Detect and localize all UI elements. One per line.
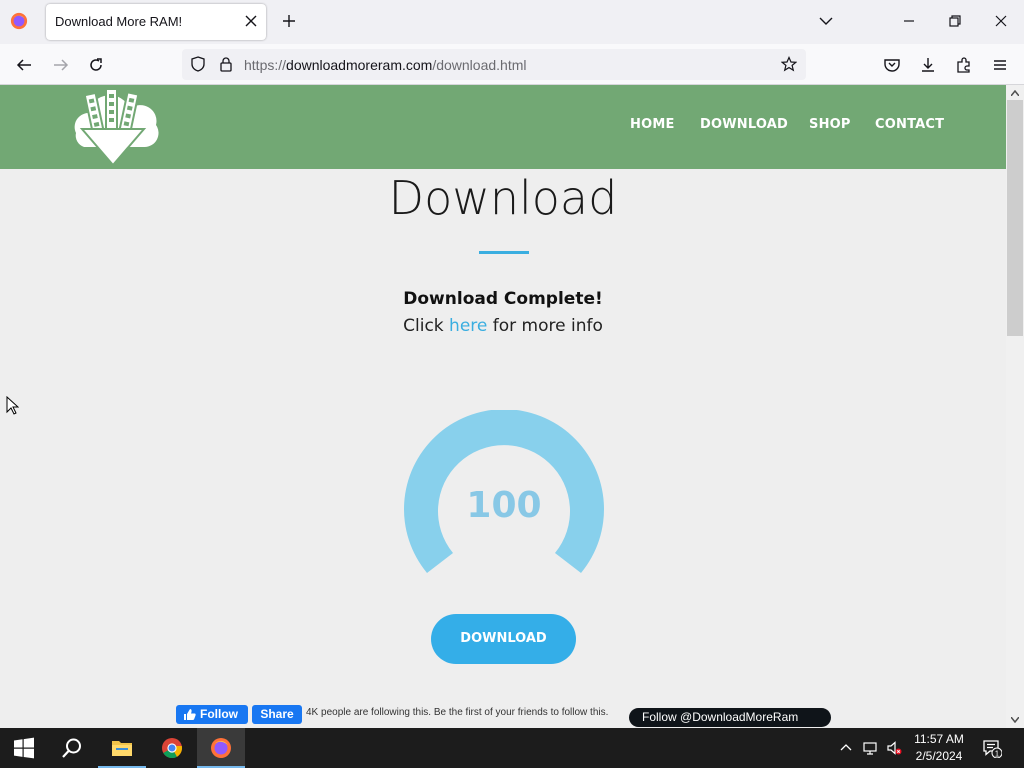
download-icon[interactable]	[919, 56, 937, 74]
thumbs-up-icon	[184, 709, 196, 720]
clock-time: 11:57 AM	[914, 732, 964, 746]
chevron-up-icon[interactable]	[1011, 90, 1019, 96]
clock-date: 2/5/2024	[915, 749, 963, 763]
gauge-value: 100	[466, 485, 542, 526]
download-button[interactable]: DOWNLOAD	[431, 614, 576, 664]
chevron-up-icon[interactable]	[838, 740, 854, 756]
extensions-icon[interactable]	[955, 56, 973, 74]
facebook-follow-button[interactable]: Follow	[176, 705, 248, 724]
search-icon	[62, 738, 81, 758]
nav-shop[interactable]: SHOP	[809, 117, 851, 132]
x-follow-button[interactable]: Follow @DownloadMoreRam	[629, 708, 831, 727]
star-icon[interactable]	[781, 56, 797, 72]
windows-taskbar: 11:57 AM 2/5/2024 1	[0, 728, 1024, 768]
restore-icon[interactable]	[948, 14, 962, 28]
tab-title: Download More RAM!	[55, 14, 183, 29]
menu-icon[interactable]	[991, 56, 1009, 74]
minimize-icon[interactable]	[902, 14, 916, 28]
info-prefix: Click	[403, 316, 444, 336]
plus-icon[interactable]	[281, 13, 297, 29]
firefox-icon[interactable]	[10, 12, 28, 30]
download-complete-text: Download Complete!	[403, 289, 603, 309]
info-link[interactable]: here	[449, 316, 487, 336]
navigation-toolbar: https://downloadmoreram.com/download.htm…	[0, 44, 1024, 85]
notification-icon[interactable]: 1	[982, 738, 1002, 758]
nav-contact[interactable]: CONTACT	[875, 117, 944, 132]
mouse-cursor-icon	[6, 396, 19, 415]
chrome-button[interactable]	[148, 728, 196, 768]
page-scrollbar[interactable]	[1006, 85, 1024, 728]
windows-start-icon	[14, 737, 34, 759]
back-icon[interactable]	[15, 56, 33, 74]
firefox-icon	[211, 738, 231, 758]
firefox-taskbar-button[interactable]	[197, 728, 245, 768]
title-divider	[479, 251, 529, 254]
info-suffix: for more info	[492, 316, 603, 336]
file-explorer-button[interactable]	[98, 728, 146, 768]
url-text[interactable]: https://downloadmoreram.com/download.htm…	[244, 57, 527, 73]
x-follow-label: Follow @DownloadMoreRam	[642, 710, 799, 724]
reload-icon[interactable]	[87, 56, 105, 74]
site-header: HOME DOWNLOAD SHOP CONTACT	[0, 85, 1006, 169]
forward-icon[interactable]	[52, 56, 70, 74]
web-page: HOME DOWNLOAD SHOP CONTACT Download Down…	[0, 85, 1006, 728]
start-button[interactable]	[0, 728, 48, 768]
url-path: /download.html	[432, 57, 527, 73]
url-scheme: https://	[244, 57, 287, 73]
volume-muted-icon[interactable]	[886, 740, 902, 756]
chevron-down-icon[interactable]	[818, 15, 834, 27]
facebook-follow-label: Follow	[200, 707, 238, 721]
shield-icon[interactable]	[190, 56, 206, 72]
nav-download[interactable]: DOWNLOAD	[700, 117, 788, 132]
tab-active[interactable]: Download More RAM!	[46, 4, 266, 40]
nav-home[interactable]: HOME	[630, 117, 675, 132]
chevron-down-icon[interactable]	[1011, 717, 1019, 723]
search-button[interactable]	[48, 728, 96, 768]
file-explorer-icon	[112, 741, 132, 756]
page-title: Download	[388, 171, 618, 225]
close-window-icon[interactable]	[994, 14, 1008, 28]
scroll-thumb[interactable]	[1007, 100, 1023, 336]
notification-count: 1	[995, 749, 1000, 758]
network-icon[interactable]	[862, 740, 878, 756]
facebook-share-button[interactable]: Share	[252, 705, 302, 724]
facebook-follow-text: 4K people are following this. Be the fir…	[306, 707, 609, 718]
site-logo[interactable]	[68, 89, 160, 167]
pocket-icon[interactable]	[883, 56, 901, 74]
lock-icon[interactable]	[218, 56, 234, 72]
chrome-icon	[162, 738, 183, 759]
system-clock[interactable]: 11:57 AM 2/5/2024	[902, 731, 976, 765]
url-host: downloadmoreram.com	[286, 57, 433, 73]
tab-bar: Download More RAM!	[0, 0, 1024, 44]
close-icon[interactable]	[244, 14, 258, 28]
address-bar[interactable]: https://downloadmoreram.com/download.htm…	[182, 49, 806, 80]
info-text: Click here for more info	[0, 316, 1006, 336]
